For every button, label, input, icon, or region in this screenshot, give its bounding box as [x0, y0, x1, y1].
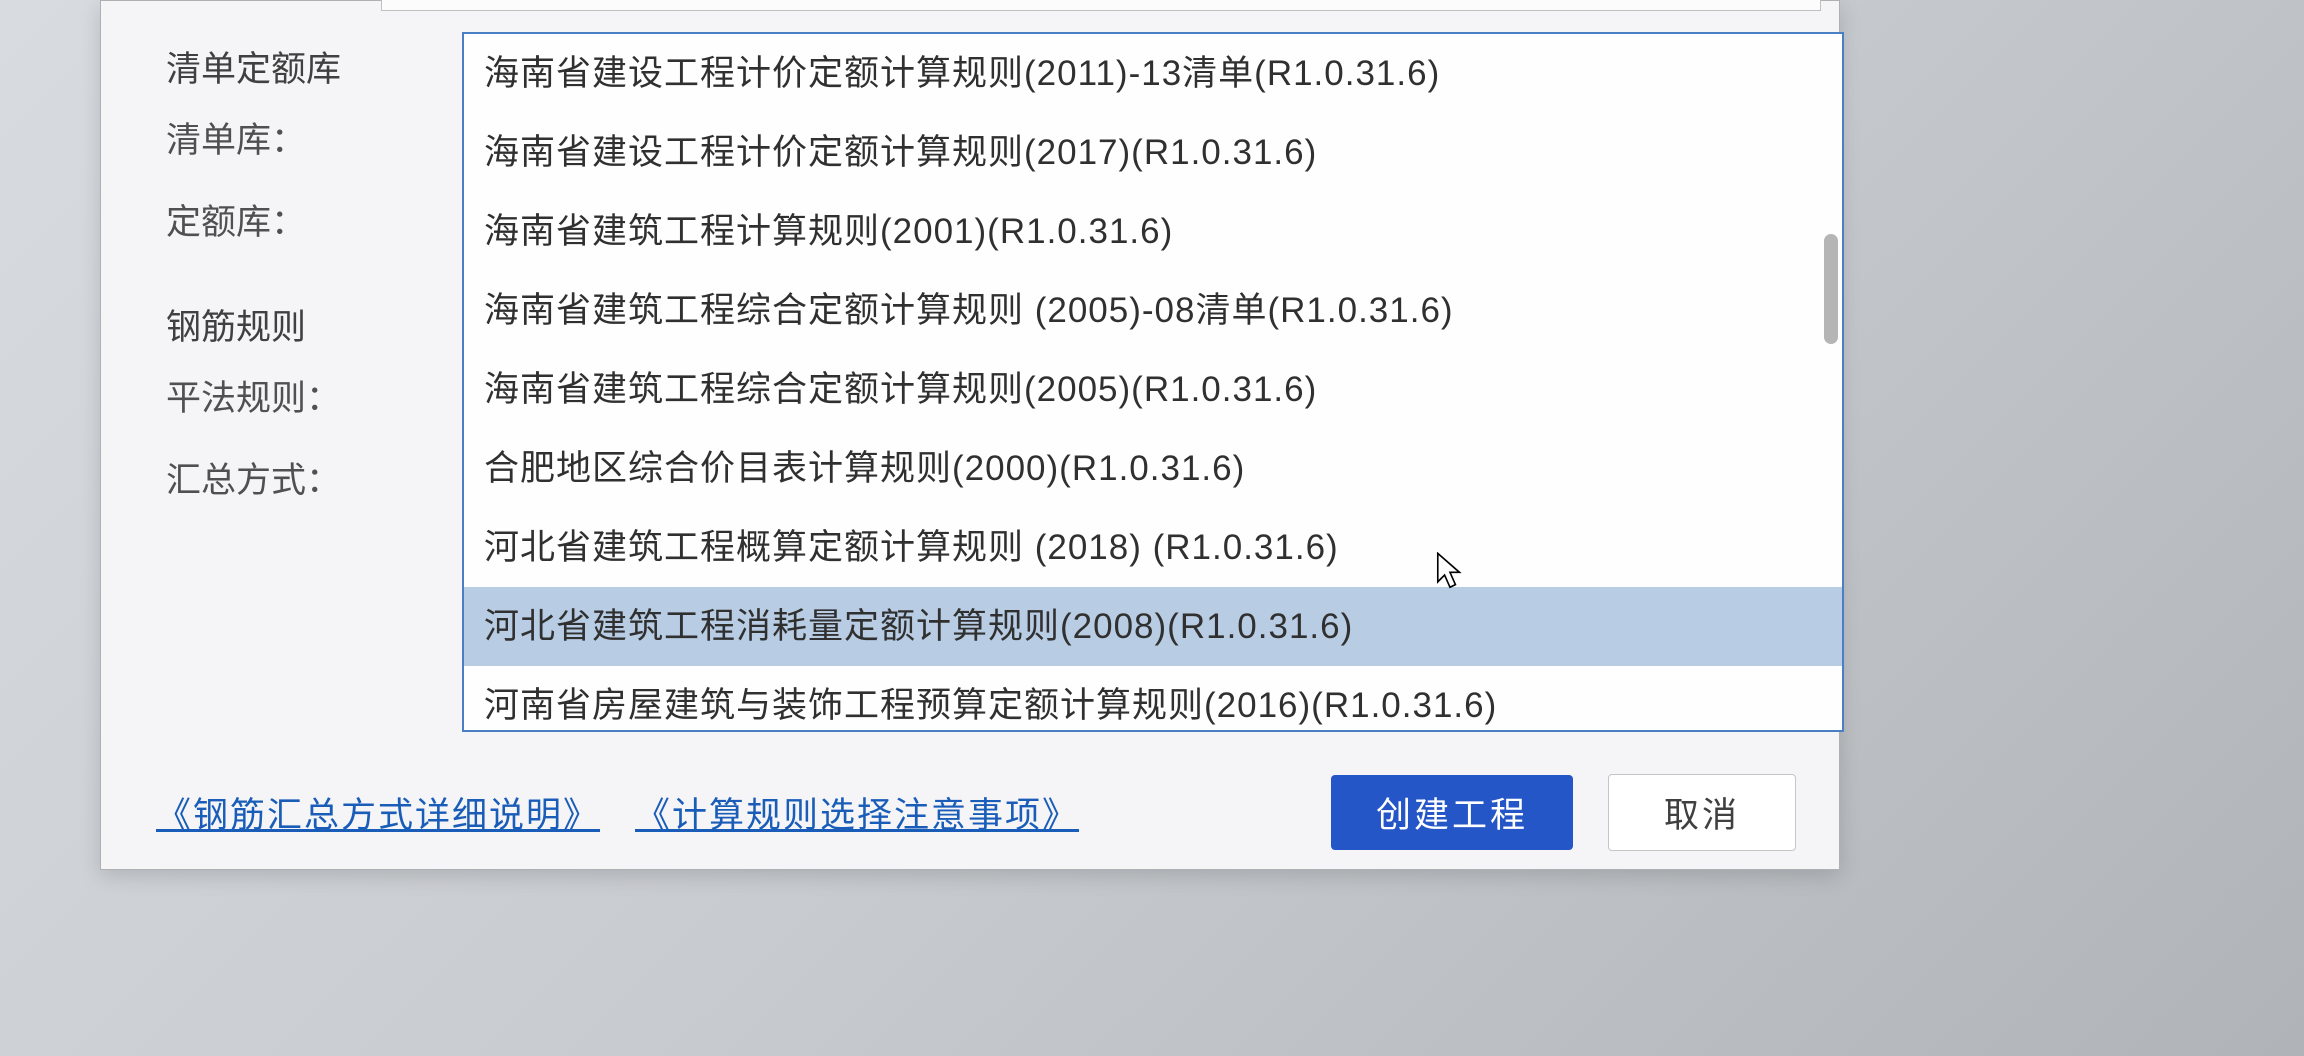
cancel-button[interactable]: 取消 [1608, 774, 1796, 851]
flat-rule-label: 平法规则： [156, 370, 386, 421]
dropdown-option[interactable]: 海南省建设工程计价定额计算规则(2017)(R1.0.31.6) [464, 113, 1842, 192]
dropdown-option[interactable]: 海南省建筑工程计算规则(2001)(R1.0.31.6) [464, 192, 1842, 271]
calc-rule-notes-link[interactable]: 《计算规则选择注意事项》 [635, 787, 1079, 838]
dropdown-option[interactable]: 海南省建筑工程综合定额计算规则(2005)(R1.0.31.6) [464, 350, 1842, 429]
rule-dropdown-panel: 海南省建设工程计价定额计算规则(2011)-13清单(R1.0.31.6) 海南… [462, 32, 1844, 732]
quota-lib-label: 定额库： [156, 194, 386, 245]
dropdown-option[interactable]: 河北省建筑工程概算定额计算规则 (2018) (R1.0.31.6) [464, 508, 1842, 587]
dropdown-scrollbar[interactable] [1824, 234, 1838, 344]
create-project-button[interactable]: 创建工程 [1331, 775, 1573, 850]
rebar-summary-link[interactable]: 《钢筋汇总方式详细说明》 [156, 787, 600, 838]
dropdown-option-highlighted[interactable]: 河北省建筑工程消耗量定额计算规则(2008)(R1.0.31.6) [464, 587, 1842, 666]
footer-bar: 《钢筋汇总方式详细说明》 《计算规则选择注意事项》 创建工程 取消 [156, 774, 1796, 851]
dropdown-option[interactable]: 海南省建筑工程综合定额计算规则 (2005)-08清单(R1.0.31.6) [464, 271, 1842, 350]
dropdown-option[interactable]: 河南省房屋建筑与装饰工程预算定额计算规则(2016)(R1.0.31.6) [464, 666, 1842, 732]
dropdown-option[interactable]: 合肥地区综合价目表计算规则(2000)(R1.0.31.6) [464, 429, 1842, 508]
list-lib-label: 清单库： [156, 112, 386, 163]
summary-mode-label: 汇总方式： [156, 452, 386, 503]
dropdown-option[interactable]: 海南省建设工程计价定额计算规则(2011)-13清单(R1.0.31.6) [464, 34, 1842, 113]
top-combo-field[interactable] [381, 0, 1821, 11]
